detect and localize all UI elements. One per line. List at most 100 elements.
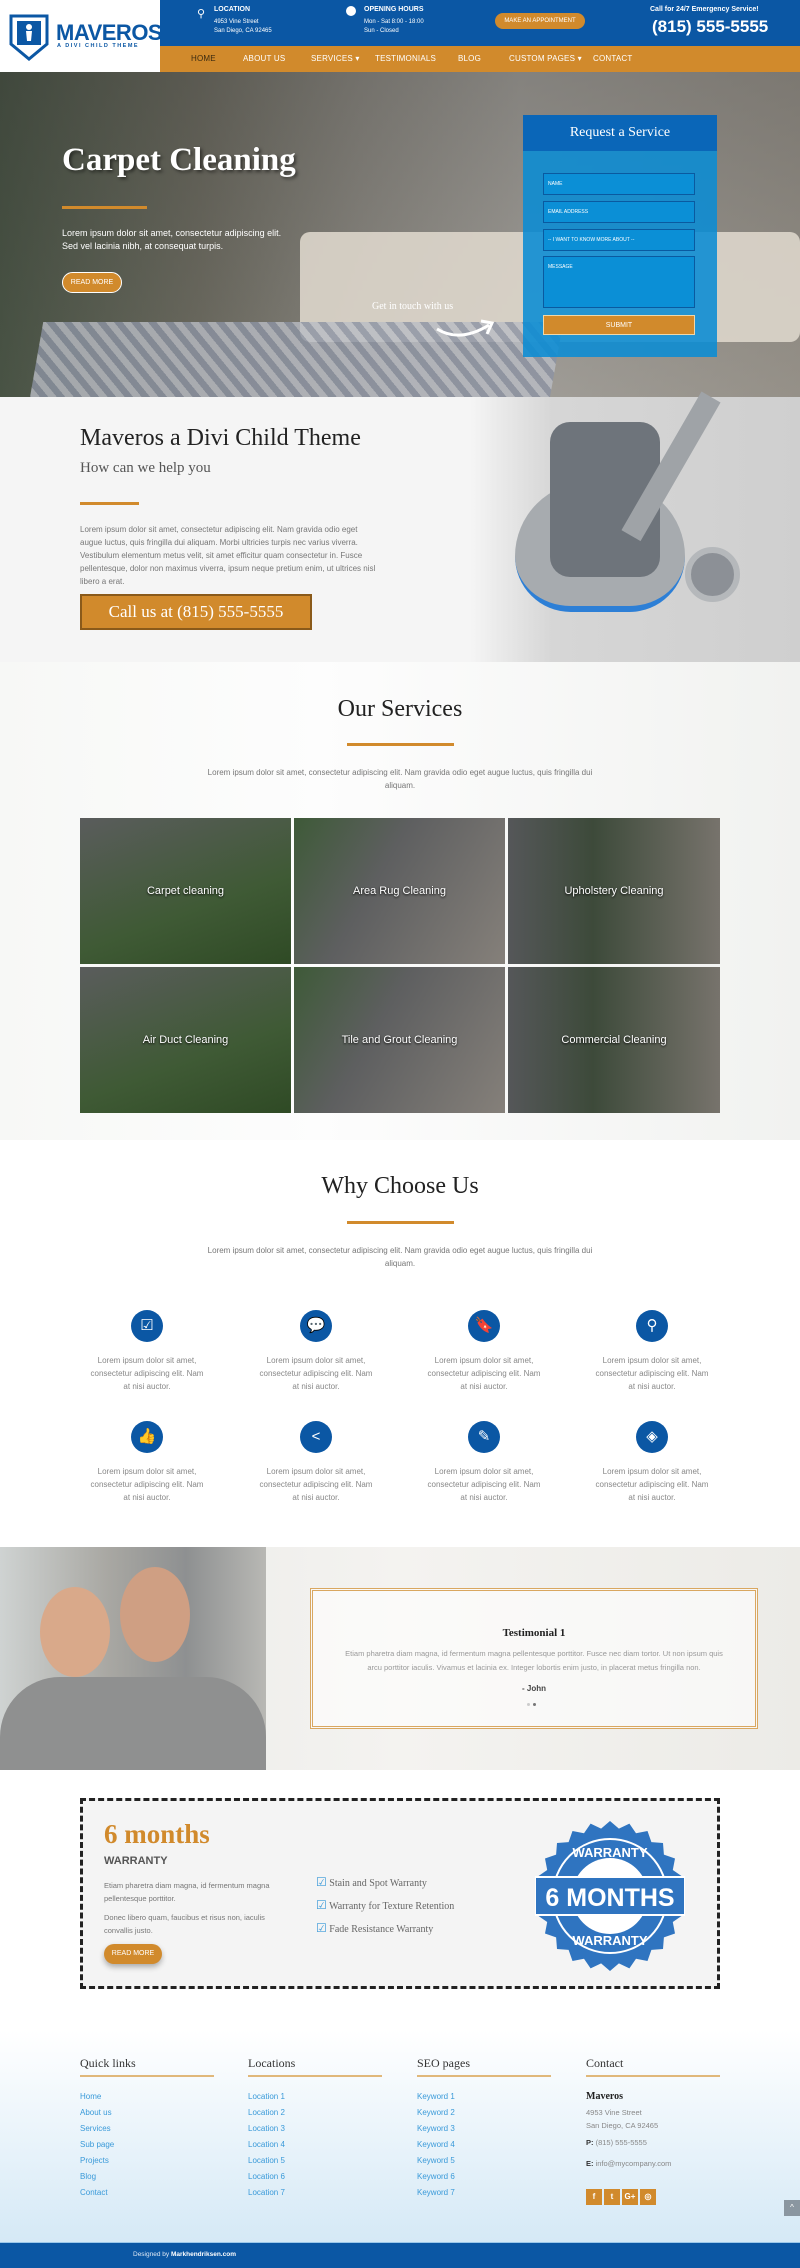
brand-tagline: A DIVI CHILD THEME	[57, 43, 140, 49]
feature-item: < Lorem ipsum dolor sit amet, consectetur…	[256, 1421, 376, 1504]
footer-heading: Quick links	[80, 2056, 214, 2077]
warranty-item-text: Fade Resistance Warranty	[329, 1924, 434, 1935]
nav-about-us[interactable]: ABOUT US	[243, 46, 285, 72]
submit-button[interactable]: SUBMIT	[543, 315, 695, 335]
footer-link[interactable]: Blog	[80, 2169, 214, 2185]
nav-custom-pages[interactable]: CUSTOM PAGES ▾	[509, 46, 582, 72]
footer-link[interactable]: Keyword 6	[417, 2169, 551, 2185]
feature-item: ⚲ Lorem ipsum dolor sit amet, consectetur…	[592, 1310, 712, 1393]
warranty-section: 6 months WARRANTY Etiam pharetra diam ma…	[80, 1798, 720, 1989]
testimonial-title: Testimonial 1	[502, 1627, 566, 1639]
top-bar: ⚲ LOCATION 4953 Vine Street San Diego, C…	[160, 0, 800, 46]
warranty-list-item: ☑ Stain and Spot Warranty	[316, 1875, 427, 1890]
footer-seo-pages: SEO pages Keyword 1 Keyword 2 Keyword 3 Keyw…	[417, 2056, 551, 2201]
testimonial-section: Testimonial 1 Etiam pharetra diam magna,…	[0, 1547, 800, 1770]
name-field[interactable]: NAME	[543, 173, 695, 195]
intro-text: Lorem ipsum dolor sit amet, consectetur …	[80, 525, 376, 586]
footer-link[interactable]: Sub page	[80, 2137, 214, 2153]
instagram-icon[interactable]: ◎	[640, 2189, 656, 2205]
services-text: Lorem ipsum dolor sit amet, consectetur …	[207, 768, 593, 790]
bookmark-icon: 🔖	[468, 1310, 500, 1342]
footer-link[interactable]: Location 5	[248, 2153, 382, 2169]
badge-bottom-text: WARRANTY	[572, 1933, 647, 1948]
map-pin-icon: ⚲	[636, 1310, 668, 1342]
contact-email[interactable]: info@mycompany.com	[596, 2159, 672, 2168]
service-tile-area-rug[interactable]: Area Rug Cleaning	[294, 818, 505, 964]
footer-link[interactable]: Location 2	[248, 2105, 382, 2121]
footer-link[interactable]: Home	[80, 2089, 214, 2105]
feature-text: Lorem ipsum dolor sit amet, consectetur …	[259, 1356, 373, 1391]
footer-link[interactable]: Location 6	[248, 2169, 382, 2185]
hero-read-more-button[interactable]: READ MORE	[62, 272, 122, 293]
service-tile-air-duct[interactable]: Air Duct Cleaning	[80, 967, 291, 1113]
feature-item: 👍 Lorem ipsum dolor sit amet, consectetur…	[87, 1421, 207, 1504]
nav-home[interactable]: HOME	[191, 46, 216, 72]
get-in-touch-label: Get in touch with us	[372, 301, 454, 312]
feature-text: Lorem ipsum dolor sit amet, consectetur …	[259, 1467, 373, 1502]
footer-link[interactable]: About us	[80, 2105, 214, 2121]
feature-item: ✎ Lorem ipsum dolor sit amet, consectetur…	[424, 1421, 544, 1504]
feature-item: 🔖 Lorem ipsum dolor sit amet, consectetur…	[424, 1310, 544, 1393]
feature-item: ◈ Lorem ipsum dolor sit amet, consectetur…	[592, 1421, 712, 1504]
contact-phone[interactable]: (815) 555-5555	[596, 2138, 647, 2147]
service-tile-tile-grout[interactable]: Tile and Grout Cleaning	[294, 967, 505, 1113]
chat-icon: 💬	[300, 1310, 332, 1342]
header-phone[interactable]: (815) 555-5555	[652, 17, 768, 37]
feature-text: Lorem ipsum dolor sit amet, consectetur …	[90, 1356, 204, 1391]
slider-dot-1[interactable]	[527, 1703, 530, 1706]
footer-heading: Locations	[248, 2056, 382, 2077]
warranty-item-text: Warranty for Texture Retention	[329, 1901, 455, 1912]
location-line2: San Diego, CA 92465	[214, 28, 272, 34]
footer-link[interactable]: Contact	[80, 2185, 214, 2201]
service-tile-upholstery[interactable]: Upholstery Cleaning	[508, 818, 720, 964]
nav-services-label: SERVICES	[311, 54, 353, 63]
hero-text: Lorem ipsum dolor sit amet, consectetur …	[62, 228, 282, 251]
footer-link[interactable]: Services	[80, 2121, 214, 2137]
footer-link[interactable]: Keyword 1	[417, 2089, 551, 2105]
footer-link[interactable]: Location 7	[248, 2185, 382, 2201]
interest-select[interactable]: -- I WANT TO KNOW MORE ABOUT --	[543, 229, 695, 251]
designer-link[interactable]: Markhendriksen.com	[171, 2251, 236, 2258]
location-pin-icon: ⚲	[197, 8, 206, 20]
footer-link[interactable]: Keyword 3	[417, 2121, 551, 2137]
nav-blog[interactable]: BLOG	[458, 46, 481, 72]
feature-item: ☑ Lorem ipsum dolor sit amet, consectetur…	[87, 1310, 207, 1393]
facebook-icon[interactable]: f	[586, 2189, 602, 2205]
chevron-down-icon: ▾	[355, 54, 360, 63]
footer-quick-links: Quick links Home About us Services Sub page P…	[80, 2056, 214, 2201]
feature-text: Lorem ipsum dolor sit amet, consectetur …	[427, 1356, 541, 1391]
testimonial-author: - John	[522, 1684, 546, 1693]
logo[interactable]: MAVEROS A DIVI CHILD THEME	[0, 0, 163, 72]
footer-link[interactable]: Location 1	[248, 2089, 382, 2105]
couple-photo	[0, 1547, 266, 1770]
footer-link[interactable]: Location 3	[248, 2121, 382, 2137]
call-us-button[interactable]: Call us at (815) 555-5555	[80, 594, 312, 630]
twitter-icon[interactable]: t	[604, 2189, 620, 2205]
warranty-read-more-button[interactable]: READ MORE	[104, 1944, 162, 1964]
make-appointment-button[interactable]: MAKE AN APPOINTMENT	[495, 13, 585, 29]
google-plus-icon[interactable]: G+	[622, 2189, 638, 2205]
testimonial-text: Etiam pharetra diam magna, id fermentum …	[345, 1649, 723, 1672]
message-field[interactable]: MESSAGE	[543, 256, 695, 308]
footer-link[interactable]: Location 4	[248, 2137, 382, 2153]
nav-services[interactable]: SERVICES ▾	[311, 46, 360, 72]
shield-icon: ◈	[636, 1421, 668, 1453]
scroll-to-top-button[interactable]: ^	[784, 2200, 800, 2216]
nav-contact[interactable]: CONTACT	[593, 46, 632, 72]
designed-by-label: Designed by	[133, 2251, 170, 2258]
service-tile-commercial[interactable]: Commercial Cleaning	[508, 967, 720, 1113]
footer-link[interactable]: Projects	[80, 2153, 214, 2169]
footer-link[interactable]: Keyword 7	[417, 2185, 551, 2201]
slider-dot-2[interactable]	[533, 1703, 536, 1706]
warranty-list-item: ☑ Fade Resistance Warranty	[316, 1921, 433, 1936]
service-tile-carpet[interactable]: Carpet cleaning	[80, 818, 291, 964]
footer-link[interactable]: Keyword 2	[417, 2105, 551, 2121]
intro-subtitle: How can we help you	[80, 460, 211, 476]
warranty-badge: 6 MONTHS WARRANTY WARRANTY	[535, 1821, 685, 1971]
feature-text: Lorem ipsum dolor sit amet, consectetur …	[427, 1467, 541, 1502]
footer-link[interactable]: Keyword 4	[417, 2137, 551, 2153]
contact-address-2: San Diego, CA 92465	[586, 2121, 659, 2130]
nav-testimonials[interactable]: TESTIMONIALS	[375, 46, 436, 72]
footer-link[interactable]: Keyword 5	[417, 2153, 551, 2169]
email-field[interactable]: EMAIL ADDRESS	[543, 201, 695, 223]
